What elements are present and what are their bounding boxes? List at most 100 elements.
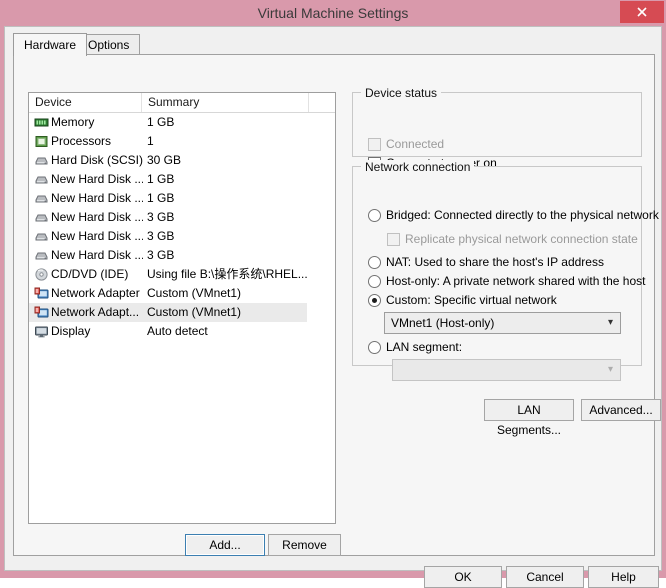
chevron-down-icon: ▾ bbox=[607, 317, 613, 328]
radio-custom-label: Custom: Specific virtual network bbox=[386, 293, 557, 307]
device-list-header: Device Summary bbox=[29, 93, 335, 113]
device-name: CD/DVD (IDE) bbox=[51, 267, 129, 281]
device-summary: Auto detect bbox=[147, 324, 208, 338]
radio-lan-segment-label: LAN segment: bbox=[386, 340, 463, 354]
titlebar: Virtual Machine Settings bbox=[0, 0, 666, 26]
device-name: New Hard Disk ... bbox=[51, 229, 143, 243]
dialog-client-area: Hardware Options Device Summary Memory 1… bbox=[4, 26, 662, 588]
harddisk-icon bbox=[34, 172, 49, 187]
radio-nat-indicator[interactable] bbox=[368, 256, 381, 269]
harddisk-icon bbox=[34, 248, 49, 263]
table-row[interactable]: New Hard Disk ... 3 GB bbox=[29, 246, 335, 265]
table-row-selected[interactable]: Network Adapt... Custom (VMnet1) bbox=[29, 303, 335, 322]
device-summary: Custom (VMnet1) bbox=[147, 305, 242, 319]
device-list[interactable]: Device Summary Memory 1 GB Processors 1 … bbox=[28, 92, 336, 524]
device-status-group-label: Device status bbox=[361, 86, 442, 100]
device-name: Network Adapter bbox=[51, 286, 140, 300]
column-header-extra[interactable] bbox=[309, 93, 335, 112]
radio-host-only-label: Host-only: A private network shared with… bbox=[386, 274, 646, 288]
radio-bridged-indicator[interactable] bbox=[368, 209, 381, 222]
device-name: Network Adapt... bbox=[51, 305, 140, 319]
table-row[interactable]: CD/DVD (IDE) Using file B:\操作系统\RHEL... bbox=[29, 265, 335, 284]
table-row[interactable]: Network Adapter Custom (VMnet1) bbox=[29, 284, 335, 303]
radio-host-only[interactable]: Host-only: A private network shared with… bbox=[368, 273, 645, 289]
table-row[interactable]: New Hard Disk ... 3 GB bbox=[29, 227, 335, 246]
window-title: Virtual Machine Settings bbox=[257, 5, 409, 21]
hardware-panel: Device Summary Memory 1 GB Processors 1 … bbox=[13, 54, 661, 556]
memory-icon bbox=[34, 115, 49, 130]
add-button[interactable]: Add... bbox=[185, 534, 265, 556]
table-row[interactable]: Display Auto detect bbox=[29, 322, 335, 341]
device-summary: 30 GB bbox=[147, 153, 182, 167]
table-row[interactable]: New Hard Disk ... 3 GB bbox=[29, 208, 335, 227]
device-summary: 3 GB bbox=[147, 210, 175, 224]
remove-button[interactable]: Remove bbox=[268, 534, 341, 556]
radio-bridged-label: Bridged: Connected directly to the physi… bbox=[386, 208, 659, 222]
device-summary: 3 GB bbox=[147, 248, 175, 262]
radio-custom[interactable]: Custom: Specific virtual network bbox=[368, 292, 557, 308]
help-button[interactable]: Help bbox=[588, 566, 659, 588]
tab-hardware[interactable]: Hardware bbox=[13, 33, 88, 56]
device-summary: 3 GB bbox=[147, 229, 175, 243]
radio-lan-segment-indicator[interactable] bbox=[368, 341, 381, 354]
device-name: New Hard Disk ... bbox=[51, 191, 143, 205]
radio-lan-segment[interactable]: LAN segment: bbox=[368, 339, 462, 355]
cddvd-icon bbox=[34, 267, 49, 282]
replicate-physical-network-label: Replicate physical network connection st… bbox=[405, 232, 638, 246]
harddisk-icon bbox=[34, 153, 49, 168]
harddisk-icon bbox=[34, 210, 49, 225]
network-connection-group-label: Network connection bbox=[361, 160, 475, 174]
device-summary: Custom (VMnet1) bbox=[147, 286, 242, 300]
connected-label: Connected bbox=[386, 137, 445, 151]
column-header-device[interactable]: Device bbox=[29, 93, 142, 112]
lan-segment-select[interactable]: ▾ bbox=[392, 359, 621, 381]
connected-checkbox-row[interactable]: Connected bbox=[368, 136, 444, 152]
table-row[interactable]: New Hard Disk ... 1 GB bbox=[29, 170, 335, 189]
table-row[interactable]: Processors 1 bbox=[29, 132, 335, 151]
device-name: Display bbox=[51, 324, 91, 338]
radio-custom-indicator[interactable] bbox=[368, 294, 381, 307]
network-adapter-icon bbox=[34, 305, 49, 320]
radio-nat[interactable]: NAT: Used to share the host's IP address bbox=[368, 254, 604, 270]
device-summary: Using file B:\操作系统\RHEL... bbox=[147, 267, 308, 281]
replicate-physical-network-checkbox[interactable] bbox=[387, 233, 400, 246]
device-name: Processors bbox=[51, 134, 112, 148]
replicate-physical-network-checkbox-row[interactable]: Replicate physical network connection st… bbox=[387, 231, 638, 247]
radio-bridged[interactable]: Bridged: Connected directly to the physi… bbox=[368, 207, 659, 223]
connected-checkbox[interactable] bbox=[368, 138, 381, 151]
radio-host-only-indicator[interactable] bbox=[368, 275, 381, 288]
harddisk-icon bbox=[34, 229, 49, 244]
processor-icon bbox=[34, 134, 49, 149]
device-name: New Hard Disk ... bbox=[51, 248, 143, 262]
column-header-summary[interactable]: Summary bbox=[142, 93, 309, 112]
device-name: Hard Disk (SCSI) bbox=[51, 153, 143, 167]
lan-segments-button[interactable]: LAN Segments... bbox=[484, 399, 574, 437]
vmnet-select[interactable]: VMnet1 (Host-only) ▾ bbox=[384, 312, 621, 334]
radio-nat-label: NAT: Used to share the host's IP address bbox=[386, 255, 604, 269]
device-summary: 1 GB bbox=[147, 172, 175, 186]
table-row[interactable]: Memory 1 GB bbox=[29, 113, 335, 132]
device-summary: 1 bbox=[147, 134, 154, 148]
device-name: New Hard Disk ... bbox=[51, 172, 143, 186]
network-adapter-icon bbox=[34, 286, 49, 301]
device-name: New Hard Disk ... bbox=[51, 210, 143, 224]
chevron-down-icon: ▾ bbox=[607, 364, 613, 375]
vmnet-select-value: VMnet1 (Host-only) bbox=[391, 316, 495, 330]
cancel-button[interactable]: Cancel bbox=[506, 566, 584, 588]
ok-button[interactable]: OK bbox=[424, 566, 502, 588]
tab-underline bbox=[13, 54, 655, 55]
display-icon bbox=[34, 324, 49, 339]
tab-options-label: Options bbox=[88, 38, 130, 52]
advanced-button[interactable]: Advanced... bbox=[581, 399, 661, 421]
table-row[interactable]: Hard Disk (SCSI) 30 GB bbox=[29, 151, 335, 170]
tabstrip: Hardware Options bbox=[13, 33, 655, 56]
device-name: Memory bbox=[51, 115, 95, 129]
device-summary: 1 GB bbox=[147, 115, 175, 129]
active-tab-seam bbox=[14, 54, 76, 56]
harddisk-icon bbox=[34, 191, 49, 206]
tab-hardware-label: Hardware bbox=[24, 38, 77, 52]
virtual-machine-settings-window: Virtual Machine Settings Hardware Option… bbox=[0, 0, 666, 588]
close-icon[interactable] bbox=[620, 1, 664, 23]
table-row[interactable]: New Hard Disk ... 1 GB bbox=[29, 189, 335, 208]
device-summary: 1 GB bbox=[147, 191, 175, 205]
